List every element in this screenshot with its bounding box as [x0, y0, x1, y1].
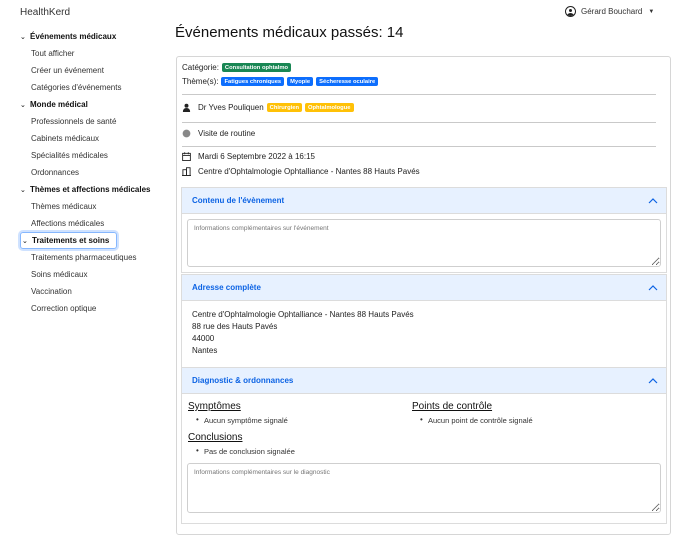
sidebar-item-medical-care[interactable]: Soins médicaux	[20, 266, 160, 283]
sidebar-item-vaccination[interactable]: Vaccination	[20, 283, 160, 300]
address-accordion-header[interactable]: Adresse complète	[182, 275, 666, 301]
user-avatar-icon	[565, 6, 576, 17]
conclusion-item: Pas de conclusion signalée	[188, 446, 412, 456]
diagnostic-columns: Symptômes Aucun symptôme signalé Conclus…	[182, 394, 666, 462]
diagnostic-notes-wrap	[182, 462, 666, 515]
specialty-badge: Ophtalmologue	[304, 103, 354, 112]
doctor-name[interactable]: Dr Yves Pouliquen	[198, 103, 264, 112]
diagnostic-accordion: Diagnostic & ordonnances Symptômes Aucun…	[181, 367, 667, 524]
divider	[182, 146, 656, 147]
sidebar-item-health-professionals[interactable]: Professionnels de santé	[20, 113, 160, 130]
building-icon	[182, 167, 191, 176]
checkpoint-item: Aucun point de contrôle signalé	[412, 415, 636, 425]
theme-badge: Fatigues chroniques	[221, 77, 285, 86]
sidebar-item-medical-specialties[interactable]: Spécialités médicales	[20, 147, 160, 164]
symptoms-title: Symptômes	[188, 401, 241, 412]
sidebar-item-show-all[interactable]: Tout afficher	[20, 45, 160, 62]
address-line: Nantes	[192, 346, 218, 355]
sidebar-item-medical-offices[interactable]: Cabinets médicaux	[20, 130, 160, 147]
main-content: Événements médicaux passés: 14	[175, 24, 671, 46]
specialty-badge: Chirurgien	[266, 103, 302, 112]
sidebar-item-prescriptions[interactable]: Ordonnances	[20, 164, 160, 181]
chevron-down-icon: ⌄	[20, 186, 26, 194]
checkpoints-title: Points de contrôle	[412, 401, 493, 412]
diagnostic-accordion-header[interactable]: Diagnostic & ordonnances	[182, 368, 666, 394]
theme-badge: Myopie	[287, 77, 314, 86]
themes-row: Thème(s): Fatigues chroniques Myopie Séc…	[182, 77, 379, 86]
visit-type: Visite de routine	[198, 129, 256, 138]
sidebar-section-label: Thèmes et affections médicales	[30, 185, 151, 194]
address-line: 44000	[192, 334, 215, 343]
doctor-row: Dr Yves Pouliquen Chirurgien Ophtalmolog…	[182, 103, 354, 112]
event-place[interactable]: Centre d'Ophtalmologie Ophtalliance - Na…	[198, 167, 420, 176]
category-label: Catégorie:	[182, 63, 219, 72]
theme-badge: Sécheresse oculaire	[316, 77, 379, 86]
diagnostic-notes-textarea[interactable]	[187, 463, 661, 513]
sidebar-section-events[interactable]: ⌄ Événements médicaux	[20, 28, 160, 45]
category-row: Catégorie: Consultation ophtalmo	[182, 63, 292, 72]
content-accordion-body	[182, 214, 666, 272]
category-badge: Consultation ophtalmo	[221, 63, 292, 72]
accordion-title: Adresse complète	[192, 283, 261, 292]
sidebar-section-themes[interactable]: ⌄ Thèmes et affections médicales	[20, 181, 160, 198]
sidebar-item-event-categories[interactable]: Catégories d'événements	[20, 79, 160, 96]
chevron-down-icon: ⌄	[20, 101, 26, 109]
place-row: Centre d'Ophtalmologie Ophtalliance - Na…	[182, 167, 420, 176]
symptom-item: Aucun symptôme signalé	[188, 415, 412, 425]
chevron-down-icon: ⌄	[22, 237, 28, 245]
caret-down-icon: ▼	[648, 8, 655, 15]
sidebar: ⌄ Événements médicaux Tout afficher Créer…	[20, 28, 160, 317]
themes-label: Thème(s):	[182, 77, 219, 86]
calendar-icon	[182, 152, 191, 161]
accordion-title: Diagnostic & ordonnances	[192, 376, 294, 385]
sidebar-section-medical-world[interactable]: ⌄ Monde médical	[20, 96, 160, 113]
sidebar-section-label: Traitements et soins	[32, 236, 110, 245]
checkpoints-column: Points de contrôle Aucun point de contrô…	[412, 401, 636, 462]
event-date: Mardi 6 Septembre 2022 à 16:15	[198, 152, 315, 161]
event-card: Catégorie: Consultation ophtalmo Thème(s…	[176, 56, 671, 535]
address-line: Centre d'Ophtalmologie Ophtalliance - Na…	[192, 310, 414, 319]
visit-type-row: Visite de routine	[182, 129, 255, 138]
chevron-down-icon: ⌄	[20, 33, 26, 41]
chevron-up-icon	[648, 377, 658, 383]
page-title: Événements médicaux passés: 14	[175, 24, 404, 41]
date-row: Mardi 6 Septembre 2022 à 16:15	[182, 152, 315, 161]
address-accordion: Adresse complète Centre d'Ophtalmologie …	[181, 274, 667, 368]
divider	[182, 122, 656, 123]
sidebar-item-medical-conditions[interactable]: Affections médicales	[20, 215, 160, 232]
conclusions-title: Conclusions	[188, 432, 243, 443]
divider	[182, 94, 656, 95]
chevron-up-icon	[648, 284, 658, 290]
content-accordion-header[interactable]: Contenu de l'évènement	[182, 188, 666, 214]
sidebar-item-create-event[interactable]: Créer un événement	[20, 62, 160, 79]
chevron-up-icon	[648, 197, 658, 203]
person-icon	[182, 103, 191, 112]
sidebar-section-label: Événements médicaux	[30, 32, 117, 41]
sidebar-item-optical-correction[interactable]: Correction optique	[20, 300, 160, 317]
symptoms-column: Symptômes Aucun symptôme signalé Conclus…	[188, 401, 412, 462]
content-accordion: Contenu de l'évènement	[181, 187, 667, 273]
event-notes-textarea[interactable]	[187, 219, 661, 267]
user-menu[interactable]: Gérard Bouchard ▼	[565, 6, 654, 17]
sidebar-item-medical-themes[interactable]: Thèmes médicaux	[20, 198, 160, 215]
app-brand[interactable]: HealthKerd	[20, 7, 70, 18]
sidebar-section-treatments[interactable]: ⌄ Traitements et soins	[20, 232, 117, 249]
accordion-title: Contenu de l'évènement	[192, 196, 285, 205]
sidebar-item-pharma-treatments[interactable]: Traitements pharmaceutiques	[20, 249, 160, 266]
address-accordion-body: Centre d'Ophtalmologie Ophtalliance - Na…	[182, 301, 666, 367]
user-name: Gérard Bouchard	[581, 7, 643, 16]
address-line: 88 rue des Hauts Pavés	[192, 322, 278, 331]
sidebar-section-label: Monde médical	[30, 100, 88, 109]
circle-icon	[182, 129, 191, 138]
